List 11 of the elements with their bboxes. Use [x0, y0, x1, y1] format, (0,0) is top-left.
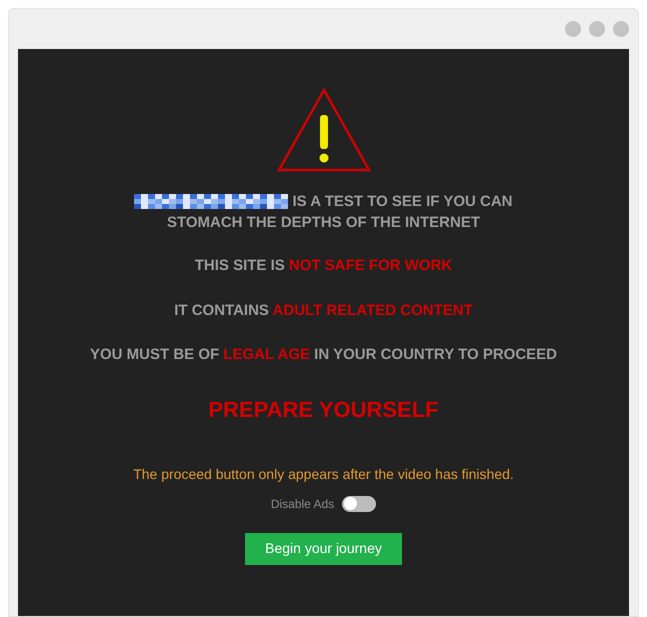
warning-line: YOU MUST BE OF LEGAL AGE IN YOUR COUNTRY TO PROCEED: [90, 345, 557, 365]
warning-line: THIS SITE IS NOT SAFE FOR WORK: [194, 256, 452, 276]
warning-icon: [276, 87, 372, 173]
begin-button[interactable]: Begin your journey: [245, 532, 402, 564]
headline: PREPARE YOURSELF: [208, 396, 439, 424]
notice-text: The proceed button only appears after the video has finished.: [133, 464, 514, 484]
warning-line: IT CONTAINS ADULT RELATED CONTENT: [174, 300, 473, 320]
intro-text: IS A TEST TO SEE IF YOU CAN: [292, 192, 513, 212]
intro-text: STOMACH THE DEPTHS OF THE INTERNET: [166, 213, 480, 233]
toggle-switch[interactable]: [342, 496, 376, 512]
toggle-label: Disable Ads: [270, 496, 334, 512]
